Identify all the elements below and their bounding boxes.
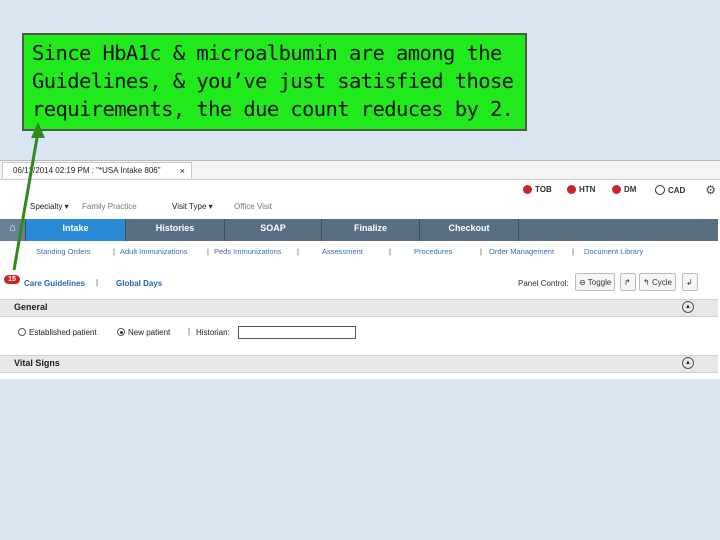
main-nav: ⌂ Intake Histories SOAP Finalize Checkou… — [0, 219, 718, 241]
subnav-separator: | — [389, 247, 391, 256]
ehr-window: 06/1?/2014 02:19 PM : "*USA Intake 806" … — [0, 160, 720, 379]
alert-tob-label: TOB — [535, 185, 552, 194]
alert-cad-label: CAD — [668, 185, 686, 195]
panel-toolbar: 15 Care Guidelines | Global Days Panel C… — [0, 271, 718, 295]
subnav-order-management[interactable]: Order Management — [489, 247, 554, 256]
alert-htn[interactable]: HTN — [567, 185, 595, 194]
cycle-button[interactable]: ↰ Cycle — [639, 273, 676, 291]
established-patient-label: Established patient — [29, 328, 97, 337]
subnav-separator: | — [297, 247, 299, 256]
arrow-up-right-icon: ↱ — [624, 278, 631, 287]
specialty-dropdown[interactable]: Specialty ▾ — [30, 202, 69, 211]
general-panel-title: General — [14, 302, 48, 312]
established-patient-radio[interactable] — [18, 328, 26, 336]
arrow-right-icon: ↲ — [686, 278, 693, 287]
tab-finalize[interactable]: Finalize — [322, 219, 420, 241]
cycle-next-button[interactable]: ↲ — [682, 273, 698, 291]
alert-dm-label: DM — [624, 185, 637, 194]
collapse-all-button[interactable]: ↱ — [620, 273, 636, 291]
patient-type-row: Established patient New patient | Histor… — [0, 323, 718, 343]
subnav-separator: | — [572, 247, 574, 256]
document-tab[interactable]: 06/1?/2014 02:19 PM : "*USA Intake 806" … — [2, 162, 192, 178]
subnav-standing-orders[interactable]: Standing Orders — [36, 247, 91, 256]
cycle-label: Cycle — [651, 278, 672, 287]
alert-icon — [612, 185, 621, 194]
new-patient-label: New patient — [128, 328, 171, 337]
field-separator: | — [188, 327, 191, 336]
chevron-up-icon[interactable]: ▲ — [682, 357, 694, 369]
intake-subnav: Standing Orders | Adult Immunizations | … — [0, 241, 718, 263]
new-patient-radio[interactable] — [117, 328, 125, 336]
tab-intake[interactable]: Intake — [26, 219, 126, 241]
close-icon[interactable]: × — [180, 163, 185, 179]
gear-icon[interactable]: ⚙ — [705, 183, 716, 197]
subnav-separator: | — [113, 247, 115, 256]
document-tabstrip: 06/1?/2014 02:19 PM : "*USA Intake 806" … — [0, 161, 720, 180]
due-count-badge: 15 — [4, 275, 20, 284]
alert-dm[interactable]: DM — [612, 185, 636, 194]
general-panel-header[interactable]: General ▲ — [0, 299, 718, 317]
toggle-icon: ⊖ — [579, 278, 586, 287]
visit-type-dropdown[interactable]: Visit Type ▾ — [172, 202, 213, 211]
alert-htn-label: HTN — [579, 185, 596, 194]
specialty-value: Family Practice — [82, 202, 137, 211]
alert-icon — [567, 185, 576, 194]
vital-signs-panel-title: Vital Signs — [14, 358, 60, 368]
toggle-button[interactable]: ⊖ Toggle — [575, 273, 616, 291]
subnav-assessment[interactable]: Assessment — [322, 247, 363, 256]
visit-header: Specialty ▾ Family Practice Visit Type ▾… — [0, 180, 720, 211]
cycle-icon: ↰ — [643, 278, 650, 287]
subnav-separator: | — [480, 247, 482, 256]
alert-tob[interactable]: TOB — [523, 185, 552, 194]
tab-checkout[interactable]: Checkout — [420, 219, 519, 241]
historian-label: Historian: — [196, 328, 230, 337]
global-days-tab[interactable]: Global Days — [116, 279, 162, 288]
tab-soap[interactable]: SOAP — [225, 219, 322, 241]
subnav-document-library[interactable]: Document Library — [584, 247, 643, 256]
chevron-up-icon[interactable]: ▲ — [682, 301, 694, 313]
document-tab-title: 06/1?/2014 02:19 PM : "*USA Intake 806" — [13, 166, 161, 175]
panel-control-label: Panel Control: — [518, 279, 569, 288]
no-entry-icon — [655, 185, 665, 195]
home-icon[interactable]: ⌂ — [0, 219, 26, 241]
alert-cad[interactable]: CAD — [655, 185, 685, 195]
annotation-callout: Since HbA1c & microalbumin are among the… — [22, 33, 527, 131]
vital-signs-panel-header[interactable]: Vital Signs ▲ — [0, 355, 718, 373]
toolbar-separator: | — [96, 278, 99, 287]
subnav-separator: | — [207, 247, 209, 256]
alert-icon — [523, 185, 532, 194]
annotation-text: Since HbA1c & microalbumin are among the… — [32, 41, 514, 121]
toggle-label: Toggle — [587, 278, 612, 287]
subnav-procedures[interactable]: Procedures — [414, 247, 452, 256]
subnav-peds-immunizations[interactable]: Peds Immunizations — [214, 247, 282, 256]
subnav-adult-immunizations[interactable]: Adult Immunizations — [120, 247, 188, 256]
historian-input[interactable] — [238, 326, 356, 339]
tab-histories[interactable]: Histories — [126, 219, 225, 241]
visit-type-value: Office Visit — [234, 202, 272, 211]
care-guidelines-tab[interactable]: Care Guidelines — [24, 279, 85, 288]
